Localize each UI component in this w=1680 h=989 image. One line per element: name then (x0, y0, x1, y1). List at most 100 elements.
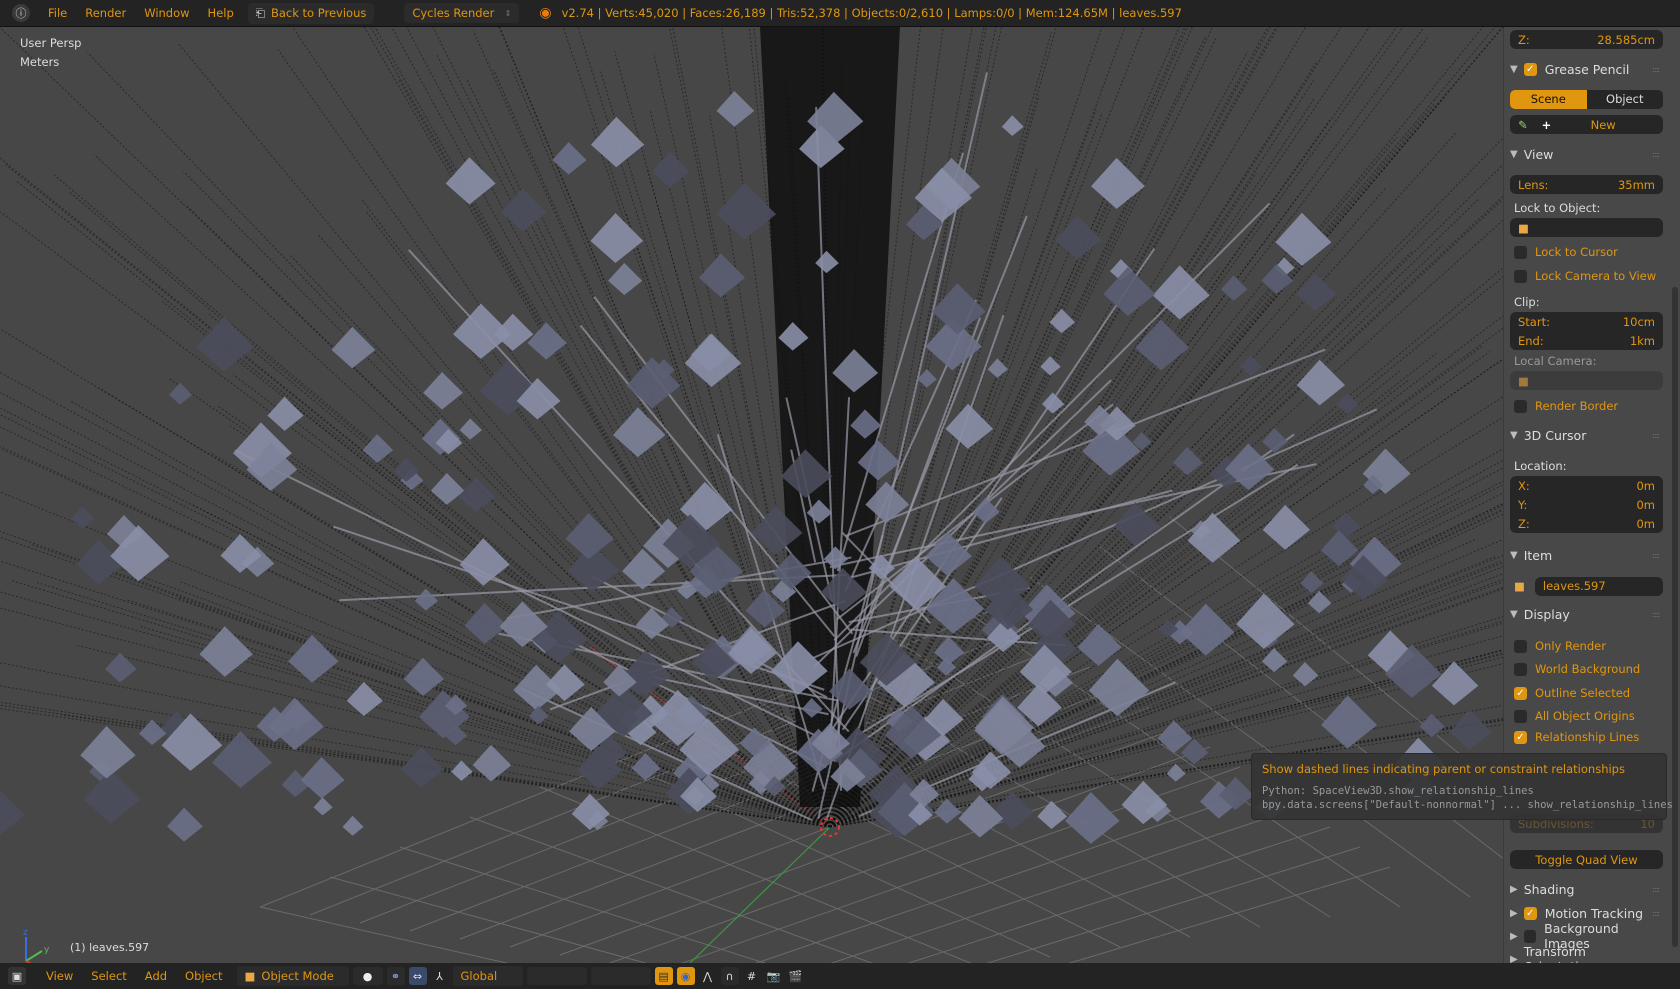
relationship-lines-checkbox[interactable]: ✓ Relationship Lines (1510, 727, 1663, 747)
lock-to-cursor-label: Lock to Cursor (1535, 245, 1618, 259)
clip-start-label: Start: (1518, 314, 1550, 329)
render-camera-icon[interactable]: 📷 (765, 967, 783, 985)
lock-camera-checkbox[interactable]: Lock Camera to View (1510, 266, 1663, 286)
menu-help[interactable]: Help (208, 6, 234, 20)
item-header[interactable]: ▼ Item:::: (1510, 545, 1663, 565)
falloff-icon[interactable]: ⋀ (699, 967, 717, 985)
drag-grip-icon[interactable]: :::: (1652, 551, 1660, 560)
lock-object-field[interactable]: ■ (1510, 218, 1663, 237)
viewport-shading-solid-icon[interactable]: ● (352, 967, 383, 985)
render-border-label: Render Border (1535, 399, 1619, 413)
transform-orientations-header[interactable]: ▶ Transform Orientations (1510, 944, 1663, 963)
collapsed-triangle-icon: ▶ (1510, 907, 1518, 919)
leaf (139, 719, 167, 746)
info-editor-icon[interactable]: ⓘ (12, 4, 30, 22)
render-animation-icon[interactable]: 🎬 (787, 967, 805, 985)
cursor-z-value: 0m (1636, 516, 1655, 531)
sidebar-scrollbar[interactable] (1672, 287, 1678, 947)
scene-render (0, 27, 1503, 963)
render-border-checkbox[interactable]: Render Border (1510, 396, 1663, 416)
dimension-z-field[interactable]: Z: 28.585cm (1510, 30, 1663, 49)
z-label: Z: (1518, 32, 1530, 47)
shading-title: Shading (1523, 881, 1575, 897)
render-engine-select[interactable]: Cycles Render ⇕ (404, 3, 520, 23)
cursor-y-value: 0m (1636, 497, 1655, 512)
y-axis-line (689, 826, 831, 963)
leaf (1055, 215, 1102, 260)
layers-grid-2[interactable] (590, 967, 651, 985)
leaf (1040, 356, 1061, 376)
lock-layers-icon[interactable]: ▤ (654, 967, 673, 985)
motion-tracking-title: Motion Tracking (1544, 905, 1644, 921)
all-object-origins-checkbox[interactable]: All Object Origins (1510, 706, 1663, 726)
motion-tracking-checkbox[interactable]: ✓ (1523, 906, 1537, 920)
menu-view[interactable]: View (46, 969, 73, 983)
drag-grip-icon[interactable]: :::: (1652, 431, 1660, 440)
new-button[interactable]: New (1551, 118, 1655, 132)
manipulator-toggle-icon[interactable]: ⇔ (408, 967, 427, 985)
clip-start-field[interactable]: Start: 10cm (1510, 312, 1663, 331)
leaf (1262, 504, 1311, 550)
toggle-quad-view-button[interactable]: Toggle Quad View (1510, 850, 1663, 869)
cursor-z-field[interactable]: Z: 0m (1510, 514, 1663, 533)
menu-window[interactable]: Window (144, 6, 189, 20)
background-images-header[interactable]: ▶ Background Images (1510, 921, 1663, 951)
snap-grid-icon[interactable]: # (743, 967, 761, 985)
grease-pencil-checkbox[interactable]: ✓ (1523, 62, 1537, 76)
clip-end-field[interactable]: End: 1km (1510, 331, 1663, 350)
mode-select[interactable]: ■ Object Mode (236, 966, 349, 986)
display-header[interactable]: ▼ Display:::: (1510, 604, 1663, 624)
local-camera-field[interactable]: ■ (1510, 371, 1663, 390)
world-background-checkbox[interactable]: World Background (1510, 659, 1663, 679)
back-icon: ⎗ (255, 5, 265, 20)
grease-pencil-header[interactable]: ▼ ✓ Grease Pencil:::: (1510, 59, 1663, 79)
cursor-y-label: Y: (1518, 497, 1528, 512)
tab-object[interactable]: Object (1587, 90, 1664, 109)
drag-grip-icon[interactable]: :::: (1652, 65, 1660, 74)
lens-label: Lens: (1518, 177, 1549, 192)
drag-grip-icon[interactable]: :::: (1652, 150, 1660, 159)
cursor-x-field[interactable]: X: 0m (1510, 476, 1663, 495)
leaf (400, 746, 444, 788)
mode-label: Object Mode (261, 969, 334, 983)
grease-pencil-title: Grease Pencil (1544, 61, 1630, 77)
item-title: Item (1523, 547, 1553, 563)
leaf (0, 790, 25, 835)
menu-object[interactable]: Object (185, 969, 222, 983)
menu-add[interactable]: Add (145, 969, 167, 983)
back-to-previous-button[interactable]: ⎗ Back to Previous (247, 2, 375, 24)
view-panel-header[interactable]: ▼ View:::: (1510, 144, 1663, 164)
drag-grip-icon[interactable]: :::: (1652, 610, 1660, 619)
editor-type-cube-icon[interactable]: ▣ (8, 967, 26, 985)
leaf (1236, 593, 1295, 649)
outline-selected-checkbox[interactable]: ✓ Outline Selected (1510, 683, 1663, 703)
snap-magnet-icon[interactable]: ∩ (720, 967, 739, 985)
drag-grip-icon[interactable]: :::: (1652, 885, 1660, 894)
drag-grip-icon[interactable]: :::: (1652, 909, 1660, 918)
transform-axes-icon[interactable]: ⅄ (431, 967, 449, 985)
pencil-icon[interactable]: ✎ (1518, 118, 1528, 132)
orientation-select[interactable]: Global (452, 966, 523, 986)
leaf (612, 407, 666, 458)
menu-render[interactable]: Render (85, 6, 126, 20)
menu-select[interactable]: Select (91, 969, 126, 983)
shading-header[interactable]: ▶ Shading:::: (1510, 879, 1663, 899)
layers-grid-1[interactable] (526, 967, 587, 985)
3d-cursor-header[interactable]: ▼ 3D Cursor:::: (1510, 425, 1663, 445)
lock-to-cursor-checkbox[interactable]: Lock to Cursor (1510, 242, 1663, 262)
object-name-field[interactable]: leaves.597 (1534, 576, 1663, 596)
pivot-point-icon[interactable]: ⚭ (386, 967, 405, 985)
tab-scene[interactable]: Scene (1510, 90, 1587, 109)
lens-field[interactable]: Lens: 35mm (1510, 175, 1663, 194)
motion-tracking-header[interactable]: ▶ ✓ Motion Tracking:::: (1510, 903, 1663, 923)
orientation-label: Global (460, 969, 498, 983)
menu-file[interactable]: File (48, 6, 67, 20)
cursor-y-field[interactable]: Y: 0m (1510, 495, 1663, 514)
3d-viewport[interactable]: User Persp Meters (1) leaves.597 z y x (0, 27, 1503, 963)
background-images-checkbox[interactable] (1523, 929, 1537, 943)
relationship-line (120, 568, 831, 828)
leaf (552, 142, 587, 175)
only-render-checkbox[interactable]: Only Render (1510, 636, 1663, 656)
plus-icon[interactable]: + (1542, 118, 1552, 132)
proportional-edit-icon[interactable]: ◉ (676, 967, 695, 985)
